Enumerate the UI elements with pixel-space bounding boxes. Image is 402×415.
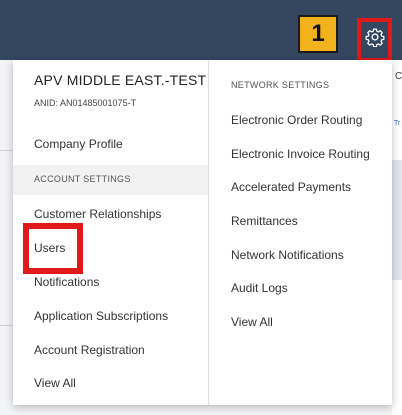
network-settings-label: NETWORK SETTINGS [231, 80, 330, 90]
settings-gear-button[interactable] [365, 27, 385, 48]
account-registration-link[interactable]: Account Registration [34, 343, 145, 357]
electronic-invoice-routing-link[interactable]: Electronic Invoice Routing [231, 147, 370, 161]
account-settings-label: ACCOUNT SETTINGS [34, 174, 131, 184]
customer-relationships-link[interactable]: Customer Relationships [34, 207, 161, 221]
company-profile-link[interactable]: Company Profile [34, 137, 123, 151]
users-highlight-box [23, 223, 83, 274]
application-subscriptions-link[interactable]: Application Subscriptions [34, 309, 168, 323]
top-navigation-bar [0, 0, 402, 60]
electronic-order-routing-link[interactable]: Electronic Order Routing [231, 113, 362, 127]
gear-icon [365, 28, 385, 48]
background-divider [0, 150, 14, 151]
column-divider [208, 60, 209, 405]
company-name: APV MIDDLE EAST.-TEST [34, 72, 207, 88]
account-view-all-link[interactable]: View All [34, 376, 76, 390]
notifications-link[interactable]: Notifications [34, 275, 99, 289]
network-notifications-link[interactable]: Network Notifications [231, 248, 344, 262]
step-number-badge: 1 [298, 15, 338, 53]
settings-dropdown-menu: APV MIDDLE EAST.-TEST ANID: AN0148500107… [13, 60, 392, 405]
audit-logs-link[interactable]: Audit Logs [231, 281, 288, 295]
network-view-all-link[interactable]: View All [231, 315, 273, 329]
account-anid: ANID: AN01485001075-T [34, 98, 137, 108]
background-link-fragment: Tr [394, 120, 401, 127]
background-text-fragment: C [395, 71, 402, 82]
accelerated-payments-link[interactable]: Accelerated Payments [231, 180, 351, 194]
background-thumbnail [392, 160, 402, 280]
background-divider [0, 325, 14, 326]
remittances-link[interactable]: Remittances [231, 214, 298, 228]
